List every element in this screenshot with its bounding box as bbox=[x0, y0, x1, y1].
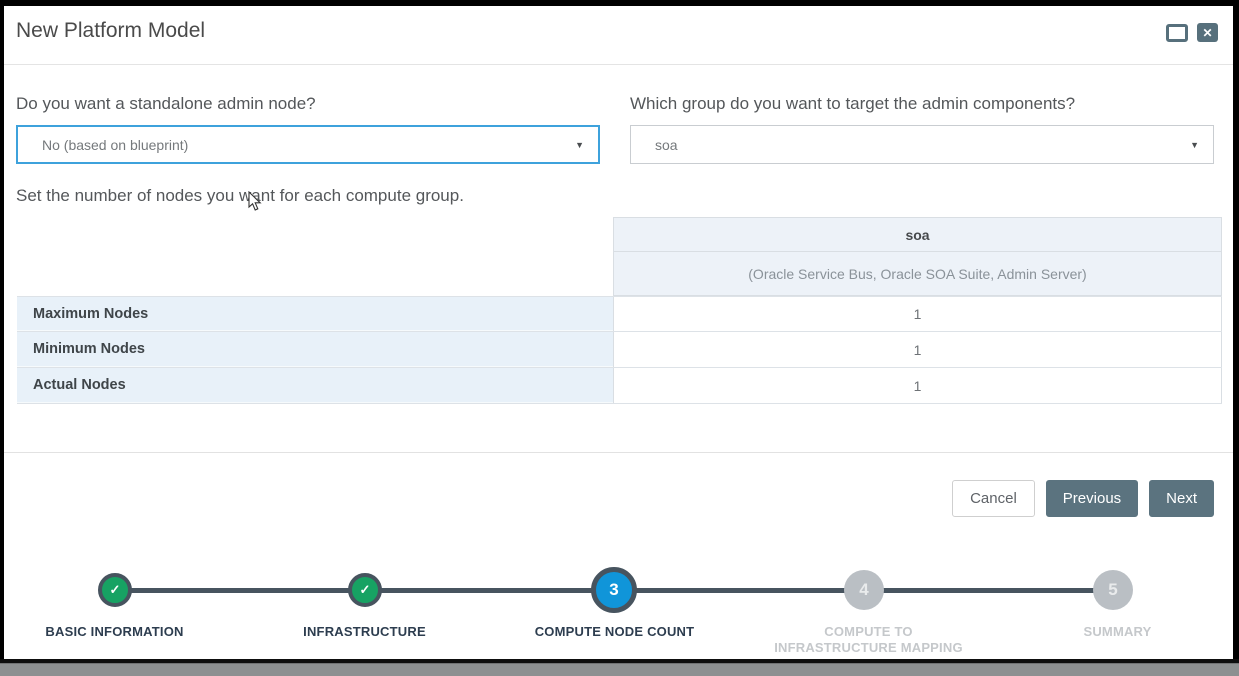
footer-buttons: Cancel Previous Next bbox=[952, 480, 1214, 517]
check-icon: ✓ bbox=[360, 582, 371, 598]
row-value[interactable]: 1 bbox=[613, 332, 1222, 367]
footer-divider bbox=[4, 452, 1233, 453]
step-number: 5 bbox=[1108, 580, 1117, 600]
step-1-label: BASIC INFORMATION bbox=[17, 624, 212, 640]
mouse-cursor bbox=[248, 191, 264, 213]
table-row-minimum-nodes: Minimum Nodes 1 bbox=[17, 332, 1222, 368]
step-1-basic-information[interactable]: ✓ bbox=[98, 573, 132, 607]
target-group-select[interactable]: soa ▼ bbox=[630, 125, 1214, 164]
admin-node-question: Do you want a standalone admin node? bbox=[16, 94, 316, 114]
step-4-compute-to-infrastructure-mapping[interactable]: 4 bbox=[844, 570, 884, 610]
maximize-icon[interactable] bbox=[1166, 24, 1188, 42]
step-5-summary[interactable]: 5 bbox=[1093, 570, 1133, 610]
cancel-button[interactable]: Cancel bbox=[952, 480, 1035, 517]
header-spacer bbox=[17, 217, 613, 252]
table-header-components-row: (Oracle Service Bus, Oracle SOA Suite, A… bbox=[17, 252, 1222, 296]
row-label: Actual Nodes bbox=[17, 368, 613, 403]
previous-button[interactable]: Previous bbox=[1046, 480, 1138, 517]
chevron-down-icon: ▼ bbox=[1190, 140, 1199, 150]
check-icon: ✓ bbox=[110, 582, 121, 598]
taskbar-strip bbox=[0, 663, 1239, 676]
table-row-actual-nodes: Actual Nodes 1 bbox=[17, 368, 1222, 404]
header-spacer bbox=[17, 252, 613, 296]
admin-node-select[interactable]: No (based on blueprint) ▼ bbox=[16, 125, 600, 164]
node-count-caption: Set the number of nodes you want for eac… bbox=[16, 186, 464, 206]
target-group-question: Which group do you want to target the ad… bbox=[630, 94, 1075, 114]
target-group-select-value: soa bbox=[655, 137, 1190, 153]
chevron-down-icon: ▼ bbox=[575, 140, 584, 150]
row-label: Maximum Nodes bbox=[17, 297, 613, 331]
dialog-header: New Platform Model ✕ bbox=[4, 6, 1233, 65]
node-count-table: soa (Oracle Service Bus, Oracle SOA Suit… bbox=[17, 217, 1222, 404]
step-4-label: COMPUTE TO INFRASTRUCTURE MAPPING bbox=[771, 624, 966, 657]
dialog-title: New Platform Model bbox=[16, 19, 205, 43]
step-5-label: SUMMARY bbox=[1020, 624, 1215, 640]
row-value[interactable]: 1 bbox=[613, 368, 1222, 403]
step-3-label: COMPUTE NODE COUNT bbox=[517, 624, 712, 640]
new-platform-model-dialog: New Platform Model ✕ Do you want a stand… bbox=[4, 6, 1233, 659]
group-name-header: soa bbox=[613, 217, 1222, 252]
step-number: 4 bbox=[859, 580, 868, 600]
close-icon: ✕ bbox=[1202, 26, 1212, 40]
next-button[interactable]: Next bbox=[1149, 480, 1214, 517]
table-header-group-row: soa bbox=[17, 217, 1222, 252]
row-value[interactable]: 1 bbox=[613, 297, 1222, 331]
close-button[interactable]: ✕ bbox=[1197, 23, 1218, 42]
group-components-header: (Oracle Service Bus, Oracle SOA Suite, A… bbox=[613, 252, 1222, 296]
step-number: 3 bbox=[609, 580, 618, 600]
step-2-infrastructure[interactable]: ✓ bbox=[348, 573, 382, 607]
admin-node-select-value: No (based on blueprint) bbox=[42, 137, 575, 153]
step-3-compute-node-count[interactable]: 3 bbox=[591, 567, 637, 613]
row-label: Minimum Nodes bbox=[17, 332, 613, 367]
window-controls: ✕ bbox=[1166, 23, 1218, 42]
table-row-maximum-nodes: Maximum Nodes 1 bbox=[17, 296, 1222, 332]
wizard-progress: ✓ BASIC INFORMATION ✓ INFRASTRUCTURE 3 C… bbox=[4, 546, 1233, 659]
screenshot-frame: New Platform Model ✕ Do you want a stand… bbox=[0, 0, 1239, 676]
step-2-label: INFRASTRUCTURE bbox=[267, 624, 462, 640]
